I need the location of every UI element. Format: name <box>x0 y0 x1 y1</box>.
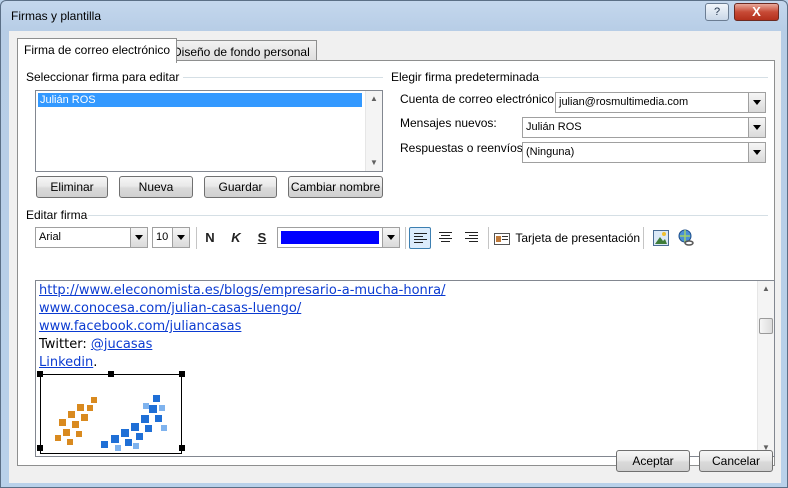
font-select[interactable]: Arial <box>35 227 148 248</box>
rename-button[interactable]: Cambiar nombre <box>288 176 383 198</box>
dialog-window: Firmas y plantilla ? X Firma de correo e… <box>0 0 788 488</box>
signature-list-item[interactable]: Julián ROS <box>38 93 362 107</box>
close-button[interactable]: X <box>734 3 779 21</box>
new-messages-value: Julián ROS <box>526 121 582 133</box>
twitter-handle-link[interactable]: @jucasas <box>91 337 152 352</box>
resize-handle[interactable] <box>108 371 114 377</box>
linkedin-suffix: . <box>93 355 98 370</box>
account-value: julian@rosmultimedia.com <box>559 96 689 108</box>
align-left-button[interactable] <box>409 227 431 249</box>
chevron-down-icon[interactable] <box>748 143 765 162</box>
signature-list-scrollbar[interactable]: ▲ ▼ <box>365 91 382 171</box>
divider <box>538 77 768 78</box>
signature-listbox[interactable]: Julián ROS ▲ ▼ <box>35 90 383 172</box>
business-card-label: Tarjeta de presentación <box>515 231 641 245</box>
align-right-icon <box>464 232 478 242</box>
font-color-select[interactable] <box>277 227 400 248</box>
divider <box>88 215 768 216</box>
underline-button[interactable]: S <box>251 227 273 249</box>
select-signature-label: Seleccionar firma para editar <box>26 70 180 84</box>
scroll-up-icon[interactable]: ▲ <box>758 281 774 297</box>
picture-icon <box>653 230 669 246</box>
scroll-down-icon[interactable]: ▼ <box>366 155 382 171</box>
align-center-button[interactable] <box>434 227 456 249</box>
toolbar-separator <box>643 227 644 249</box>
replies-select[interactable]: (Ninguna) <box>522 142 766 163</box>
signature-logo-image[interactable] <box>40 374 182 454</box>
help-button[interactable]: ? <box>705 3 729 21</box>
new-messages-select[interactable]: Julián ROS <box>522 117 766 138</box>
italic-button[interactable]: K <box>225 227 247 249</box>
business-card-icon <box>494 232 510 245</box>
window-title: Firmas y plantilla <box>11 9 102 23</box>
align-right-button[interactable] <box>460 227 482 249</box>
replies-value: (Ninguna) <box>526 146 575 158</box>
align-center-icon <box>438 232 452 242</box>
chevron-down-icon[interactable] <box>382 228 399 247</box>
signature-link[interactable]: www.conocesa.com/julian-casas-luengo/ <box>39 300 301 318</box>
save-button[interactable]: Guardar <box>204 176 277 198</box>
delete-button[interactable]: Eliminar <box>36 176 108 198</box>
resize-handle[interactable] <box>37 371 43 377</box>
replies-label: Respuestas o reenvíos: <box>400 141 527 155</box>
align-left-icon <box>413 233 427 243</box>
hyperlink-icon <box>678 229 694 246</box>
signature-editor[interactable]: http://www.eleconomista.es/blogs/empresa… <box>35 280 775 457</box>
tab-panel: Seleccionar firma para editar Julián ROS… <box>17 60 775 466</box>
resize-handle[interactable] <box>179 371 185 377</box>
resize-handle[interactable] <box>179 445 185 451</box>
default-signature-label: Elegir firma predeterminada <box>391 70 540 84</box>
scroll-up-icon[interactable]: ▲ <box>366 91 382 107</box>
resize-handle[interactable] <box>37 445 43 451</box>
new-messages-label: Mensajes nuevos: <box>400 116 497 130</box>
toolbar-separator <box>196 227 197 249</box>
tab-email-signature[interactable]: Firma de correo electrónico <box>17 38 178 63</box>
insert-hyperlink-button[interactable] <box>675 227 697 249</box>
font-size-value: 10 <box>156 231 169 243</box>
linkedin-line: Linkedin. <box>39 354 97 372</box>
linkedin-link[interactable]: Linkedin <box>39 355 93 370</box>
account-select[interactable]: julian@rosmultimedia.com <box>555 92 766 113</box>
toolbar-separator <box>405 227 406 249</box>
new-button[interactable]: Nueva <box>119 176 193 198</box>
insert-picture-button[interactable] <box>650 227 672 249</box>
business-card-button[interactable]: Tarjeta de presentación <box>494 227 640 249</box>
signature-link[interactable]: http://www.eleconomista.es/blogs/empresa… <box>39 282 445 300</box>
font-size-select[interactable]: 10 <box>152 227 190 248</box>
ok-button[interactable]: Aceptar <box>616 450 690 472</box>
dialog-client-area: Firma de correo electrónico Diseño de fo… <box>9 31 781 483</box>
twitter-line: Twitter: @jucasas <box>39 336 152 354</box>
cancel-button[interactable]: Cancelar <box>699 450 773 472</box>
edit-signature-label: Editar firma <box>26 208 88 222</box>
scroll-thumb[interactable] <box>759 318 773 334</box>
divider <box>183 77 383 78</box>
editor-scrollbar[interactable]: ▲ ▼ <box>757 281 774 456</box>
twitter-prefix: Twitter: <box>39 337 91 352</box>
signature-link[interactable]: www.facebook.com/juliancasas <box>39 318 241 336</box>
bold-button[interactable]: N <box>199 227 221 249</box>
font-color-swatch <box>281 231 379 244</box>
logo-graphic <box>55 395 167 451</box>
account-label: Cuenta de correo electrónico: <box>400 92 558 106</box>
chevron-down-icon[interactable] <box>748 93 765 112</box>
title-bar: Firmas y plantilla ? X <box>1 1 787 31</box>
chevron-down-icon[interactable] <box>130 228 147 247</box>
toolbar-separator <box>488 227 489 249</box>
chevron-down-icon[interactable] <box>748 118 765 137</box>
chevron-down-icon[interactable] <box>172 228 189 247</box>
font-value: Arial <box>39 231 62 243</box>
